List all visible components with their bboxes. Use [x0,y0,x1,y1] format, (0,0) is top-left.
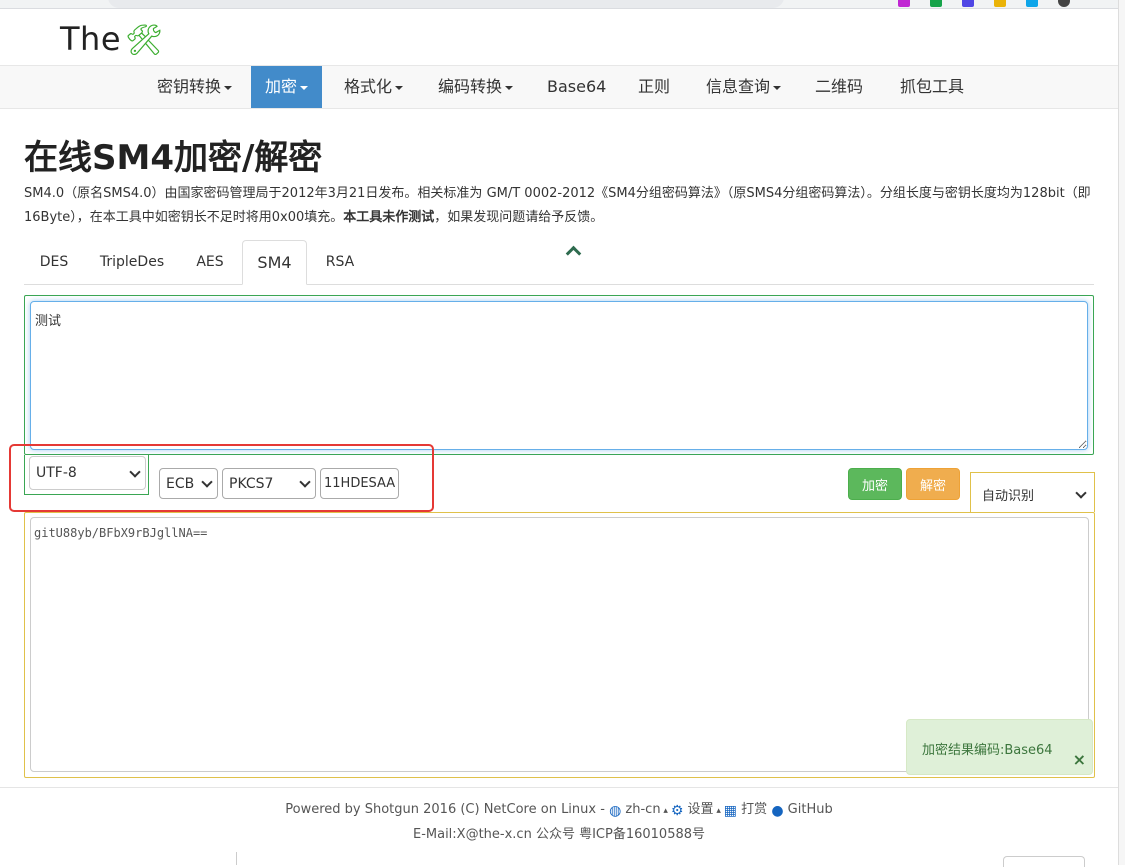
extension-icon[interactable] [1026,0,1038,7]
caret-down-icon [395,85,404,90]
extension-icon[interactable] [930,0,942,7]
extension-icon[interactable] [962,0,974,7]
reward-link[interactable]: 打赏 [741,802,767,817]
nav-regex[interactable]: 正则 [624,66,684,108]
caret-down-icon [300,85,309,90]
nav-info-query[interactable]: 信息查询 [692,66,795,108]
desc-bold: 本工具未作测试 [343,210,435,225]
browser-toolbar [0,0,1118,9]
nav-qrcode[interactable]: 二维码 [801,66,877,108]
nav-encrypt[interactable]: 加密 [251,66,322,108]
profile-avatar[interactable] [1058,0,1070,7]
nav-base64[interactable]: Base64 [533,66,620,108]
caret-down-icon [773,85,782,90]
gear-icon: ⚙ [670,803,684,819]
side-panel-edge [1118,0,1125,865]
footer-links: Powered by Shotgun 2016 (C) NetCore on L… [285,802,833,819]
encrypt-button[interactable]: 加密 [848,468,902,500]
tab-rsa[interactable]: RSA [312,240,368,284]
language-link[interactable]: zh-cn [625,802,660,817]
main-navbar: 密钥转换 加密 格式化 编码转换 Base64 正则 信息查询 二维码 抓包工具 [0,65,1118,109]
tab-des[interactable]: DES [24,240,84,284]
nav-packet-capture[interactable]: 抓包工具 [886,66,978,108]
highlight-annotation [9,444,434,512]
site-logo[interactable]: The 🛠 [60,20,164,58]
caret-down-icon [224,85,233,90]
extension-icon[interactable] [994,0,1006,7]
settings-link[interactable]: 设置 [688,802,714,817]
logo-text: The [60,20,122,58]
bottom-edge [0,850,1118,867]
nav-format[interactable]: 格式化 [330,66,417,108]
partial-box [1003,856,1085,867]
plaintext-input[interactable]: 测试 [30,301,1088,450]
globe-icon: ◍ [609,803,622,819]
divider [236,852,237,865]
tab-aes[interactable]: AES [182,240,238,284]
toast-message: 加密结果编码:Base64 [922,743,1053,758]
close-icon[interactable]: × [1073,750,1086,769]
footer-contact: E-Mail:X@the-x.cn 公众号 粤ICP备16010588号 [412,827,706,842]
address-bar[interactable] [108,0,784,8]
nav-key-convert[interactable]: 密钥转换 [143,66,246,108]
desc-text-end: ，如果发现问题请给予反馈。 [434,210,604,225]
notification-toast: 加密结果编码:Base64 × [906,719,1093,775]
extension-icon[interactable] [898,0,910,7]
tools-icon: 🛠 [125,23,164,58]
caret-down-icon [505,85,514,90]
tab-sm4[interactable]: SM4 [242,240,307,285]
gift-icon: ▦ [723,803,738,819]
page-title: 在线SM4加密/解密 [24,138,323,178]
page-description: SM4.0（原名SMS4.0）由国家密码管理局于2012年3月21日发布。相关标… [24,182,1099,230]
output-format-select[interactable]: 自动识别 [972,476,1093,512]
decrypt-button[interactable]: 解密 [906,468,960,500]
github-icon: ● [771,803,784,819]
tab-tripledes[interactable]: TripleDes [90,240,174,284]
powered-by-text: Powered by Shotgun 2016 (C) NetCore on L… [285,802,605,817]
github-link[interactable]: GitHub [788,802,833,817]
algorithm-tabs: DES TripleDes AES SM4 RSA [24,240,1094,285]
chevron-down-icon [1075,486,1087,499]
nav-encoding-convert[interactable]: 编码转换 [424,66,527,108]
